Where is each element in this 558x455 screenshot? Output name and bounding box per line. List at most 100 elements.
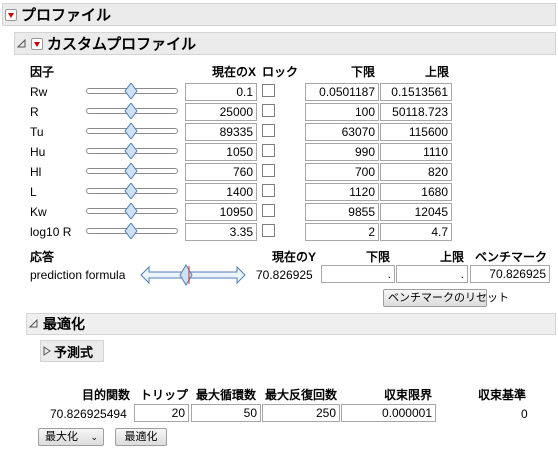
factor-slider-tu[interactable]: [86, 123, 178, 139]
factor-slider-rw[interactable]: [86, 83, 178, 99]
profiler-menu-icon[interactable]: [5, 8, 17, 21]
conv-limit-col-header: 収束限界: [384, 388, 433, 402]
slider-thumb-icon[interactable]: [124, 143, 138, 159]
profiler-header[interactable]: プロファイル: [2, 3, 556, 26]
slider-thumb-icon[interactable]: [124, 223, 138, 239]
conv-crit-col-header: 収束基準: [478, 388, 527, 402]
prediction-formula-header[interactable]: 予測式: [40, 340, 104, 362]
factor-x-l[interactable]: 1400: [185, 183, 257, 201]
custom-menu-icon[interactable]: [31, 37, 43, 50]
factor-name-tu: Tu: [30, 125, 44, 139]
current-y-col-header: 現在のY: [272, 250, 317, 264]
chevron-down-icon: ⌄: [90, 432, 98, 442]
factor-upper-kw[interactable]: 12045: [380, 203, 452, 221]
current-x-col-header: 現在のX: [212, 65, 257, 79]
factor-x-r[interactable]: 25000: [185, 103, 257, 121]
factor-x-rw[interactable]: 0.1: [185, 83, 257, 101]
optimize-header[interactable]: 最適化: [26, 313, 556, 335]
disclosure-closed-icon[interactable]: [43, 346, 51, 356]
slider-thumb-icon[interactable]: [124, 163, 138, 179]
factor-x-tu[interactable]: 89335: [185, 123, 257, 141]
lower-col-header: 下限: [351, 65, 376, 79]
max-iter-col-header: 最大反復回数: [265, 388, 338, 402]
factor-slider-r[interactable]: [86, 103, 178, 119]
factor-lower-hl[interactable]: 700: [305, 163, 379, 181]
objective-value: 70.826925494: [50, 407, 127, 421]
response-upper-field[interactable]: .: [396, 265, 468, 283]
conv-crit-value: 0: [521, 407, 528, 421]
max-cycles-field[interactable]: 50: [191, 404, 261, 422]
slider-thumb-icon[interactable]: [124, 123, 138, 139]
lock-checkbox-l[interactable]: [262, 184, 275, 197]
factor-lower-rw[interactable]: 0.0501187: [305, 83, 379, 101]
lock-checkbox-tu[interactable]: [262, 124, 275, 137]
response-upper-col-header: 上限: [440, 250, 465, 264]
slider-thumb-icon[interactable]: [124, 183, 138, 199]
prediction-formula-title: 予測式: [54, 344, 94, 360]
factor-upper-l[interactable]: 1680: [380, 183, 452, 201]
factor-upper-rw[interactable]: 0.1513561: [380, 83, 452, 101]
response-col-header: 応答: [30, 250, 55, 264]
lock-checkbox-hu[interactable]: [262, 144, 275, 157]
lock-checkbox-rw[interactable]: [262, 84, 275, 97]
factor-lower-hu[interactable]: 990: [305, 143, 379, 161]
maximize-select[interactable]: 最大化 ⌄: [38, 428, 104, 446]
factor-name-r: R: [30, 105, 39, 119]
response-lower-field[interactable]: .: [321, 265, 395, 283]
lock-checkbox-log10r[interactable]: [262, 224, 275, 237]
factor-name-l: L: [30, 185, 37, 199]
factor-slider-l[interactable]: [86, 183, 178, 199]
optimize-title: 最適化: [43, 316, 85, 332]
trip-field[interactable]: 20: [134, 404, 189, 422]
conv-limit-field[interactable]: 0.000001: [341, 404, 436, 422]
factor-col-header: 因子: [30, 65, 55, 79]
max-cycles-col-header: 最大循環数: [196, 388, 257, 402]
lock-checkbox-r[interactable]: [262, 104, 275, 117]
factor-name-hl: Hl: [30, 165, 42, 179]
factor-lower-log10r[interactable]: 2: [305, 223, 379, 241]
factor-x-hl[interactable]: 760: [185, 163, 257, 181]
disclosure-open-icon[interactable]: [17, 38, 27, 49]
factor-x-hu[interactable]: 1050: [185, 143, 257, 161]
objective-col-header: 目的関数: [82, 388, 131, 402]
factor-upper-r[interactable]: 50118.723: [380, 103, 452, 121]
optimize-button[interactable]: 最適化: [115, 428, 167, 446]
factor-upper-tu[interactable]: 115600: [380, 123, 452, 141]
factor-lower-r[interactable]: 100: [305, 103, 379, 121]
slider-thumb-icon[interactable]: [124, 83, 138, 99]
factor-upper-hu[interactable]: 1110: [380, 143, 452, 161]
factor-name-rw: Rw: [30, 85, 48, 99]
response-desirability-slider[interactable]: [140, 264, 246, 286]
factor-lower-l[interactable]: 1120: [305, 183, 379, 201]
disclosure-open-icon[interactable]: [29, 319, 39, 329]
slider-thumb-icon[interactable]: [124, 103, 138, 119]
slider-thumb-icon[interactable]: [124, 203, 138, 219]
factor-x-log10r[interactable]: 3.35: [185, 223, 257, 241]
factor-name-hu: Hu: [30, 145, 46, 159]
reset-benchmark-button[interactable]: ベンチマークのリセット: [383, 289, 509, 307]
factor-upper-hl[interactable]: 820: [380, 163, 452, 181]
desirability-arrows-icon[interactable]: [140, 264, 246, 286]
factor-upper-log10r[interactable]: 4.7: [380, 223, 452, 241]
response-current-y: 70.826925: [256, 268, 313, 282]
lock-checkbox-kw[interactable]: [262, 204, 275, 217]
profiler-title: プロファイル: [21, 7, 112, 24]
factor-slider-hl[interactable]: [86, 163, 178, 179]
factor-lower-tu[interactable]: 63070: [305, 123, 379, 141]
lock-col-header: ロック: [262, 65, 299, 79]
benchmark-field[interactable]: 70.826925: [470, 265, 550, 283]
response-lower-col-header: 下限: [366, 250, 391, 264]
lock-checkbox-hl[interactable]: [262, 164, 275, 177]
factor-name-kw: Kw: [30, 205, 47, 219]
factor-lower-kw[interactable]: 9855: [305, 203, 379, 221]
factor-x-kw[interactable]: 10950: [185, 203, 257, 221]
factor-slider-kw[interactable]: [86, 203, 178, 219]
maximize-select-value: 最大化: [45, 431, 78, 443]
trip-col-header: トリップ: [140, 388, 189, 402]
factor-slider-hu[interactable]: [86, 143, 178, 159]
factor-slider-log10r[interactable]: [86, 223, 178, 239]
custom-profiler-header[interactable]: カスタムプロファイル: [14, 32, 556, 55]
max-iter-field[interactable]: 250: [262, 404, 340, 422]
upper-col-header: 上限: [425, 65, 450, 79]
factor-name-log10r: log10 R: [30, 225, 72, 239]
